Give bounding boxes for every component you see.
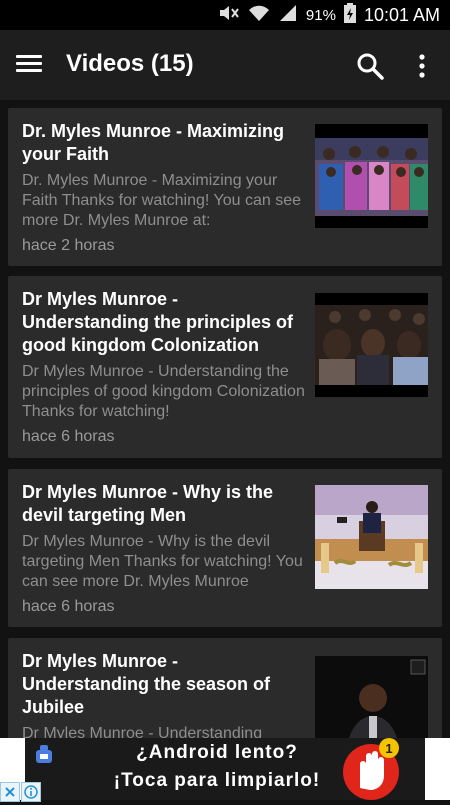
video-time: hace 6 horas (22, 428, 115, 445)
app-bar: Videos (15) (0, 30, 450, 100)
video-description: Dr Myles Munroe - Understanding (22, 725, 263, 738)
wifi-icon (248, 4, 270, 27)
video-description: Dr Myles Munroe - Understanding the prin… (22, 363, 305, 420)
video-card[interactable]: Dr Myles Munroe - Understanding the prin… (8, 276, 442, 458)
video-list: Dr. Myles Munroe - Maximizing your Faith… (0, 100, 450, 738)
mute-icon (218, 4, 240, 27)
status-bar: 91% 10:01 AM (0, 0, 450, 30)
video-title: Dr Myles Munroe - Why is the devil targe… (22, 482, 274, 525)
ad-subline: ¡Toca para limpiarlo! (113, 770, 321, 791)
video-thumbnail[interactable] (315, 293, 428, 397)
video-time: hace 2 horas (22, 237, 115, 254)
video-card[interactable]: Dr Myles Munroe - Understanding the seas… (8, 638, 442, 738)
video-thumbnail[interactable] (315, 656, 428, 738)
ad-headline: ¿Android lento? (136, 742, 298, 763)
video-title: Dr Myles Munroe - Understanding the seas… (22, 651, 271, 717)
ad-choices-close-icon[interactable] (0, 782, 20, 802)
video-card[interactable]: Dr Myles Munroe - Why is the devil targe… (8, 469, 442, 627)
menu-icon[interactable] (14, 51, 44, 79)
clock: 10:01 AM (363, 4, 440, 25)
signal-icon (278, 4, 298, 27)
video-thumbnail[interactable] (315, 485, 428, 589)
more-options-icon[interactable] (410, 52, 434, 80)
notification-badge: 1 (379, 738, 399, 758)
ad-content[interactable]: ¿Android lento? ¡Toca para limpiarlo! 1 (25, 738, 425, 800)
battery-percent: 91% (305, 6, 336, 24)
video-description: Dr. Myles Munroe - Maximizing your Faith… (22, 172, 301, 229)
android-cleaner-icon (33, 743, 55, 770)
video-description: Dr Myles Munroe - Why is the devil targe… (22, 533, 303, 590)
video-time: hace 6 horas (22, 598, 115, 615)
page-title: Videos (15) (66, 50, 194, 77)
video-card[interactable]: Dr. Myles Munroe - Maximizing your Faith… (8, 108, 442, 266)
search-icon[interactable] (356, 52, 384, 80)
video-title: Dr. Myles Munroe - Maximizing your Faith (22, 121, 285, 164)
video-thumbnail[interactable] (315, 124, 428, 228)
battery-icon (343, 2, 356, 28)
ad-banner[interactable]: ¿Android lento? ¡Toca para limpiarlo! 1 (0, 738, 450, 802)
ad-info-icon[interactable] (21, 782, 41, 802)
video-title: Dr Myles Munroe - Understanding the prin… (22, 289, 294, 355)
